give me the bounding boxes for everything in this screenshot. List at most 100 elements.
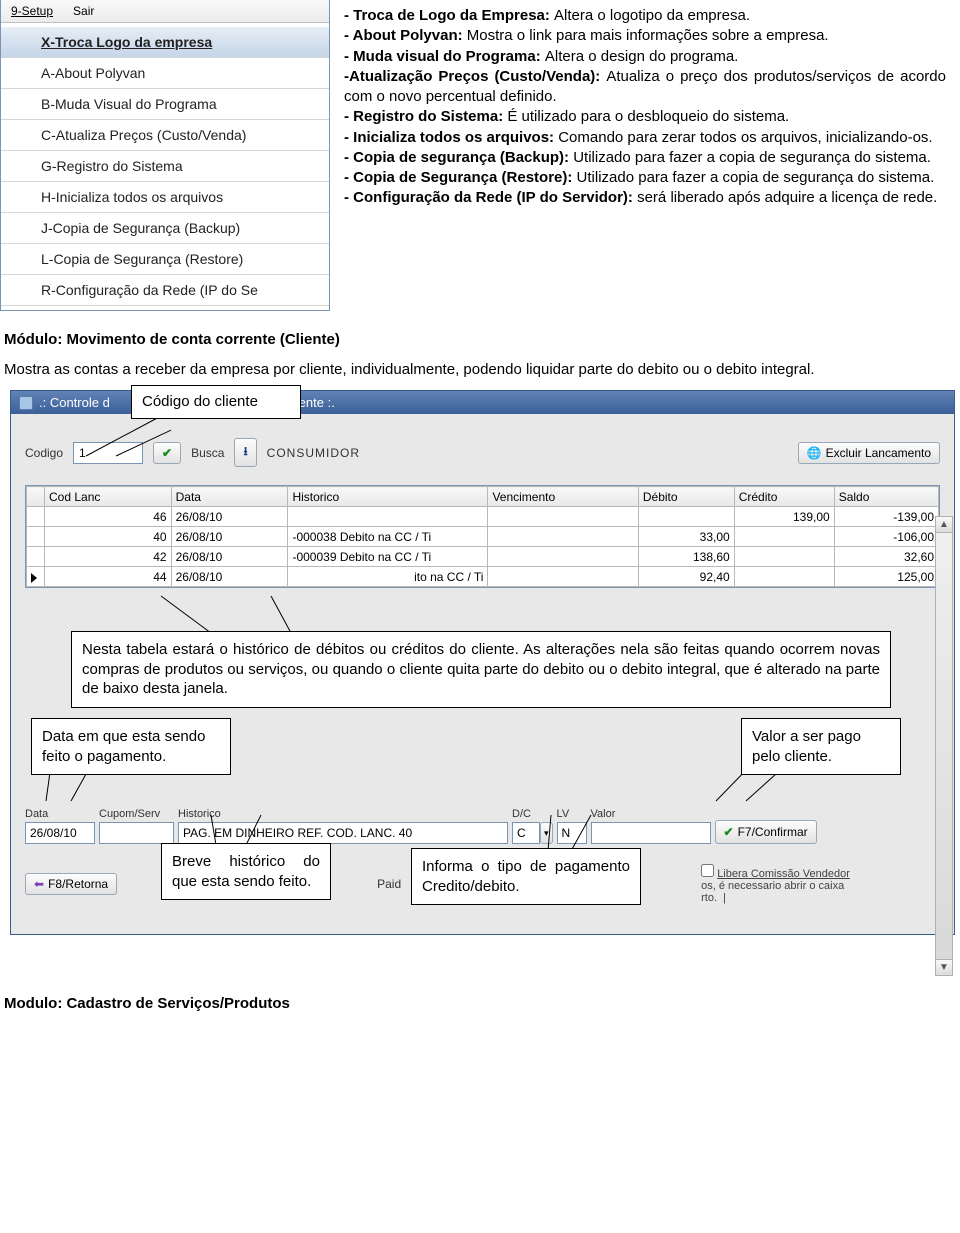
busca-label: Busca [191,446,224,460]
col-historico[interactable]: Historico [288,487,488,507]
excluir-lancamento-button[interactable]: 🌐 Excluir Lancamento [798,442,940,464]
cell-hist: ito na CC / Ti [288,567,488,587]
section-cadastro-title: Modulo: Cadastro de Serviços/Produtos [4,995,960,1012]
desc-troca-logo: Altera o logotipo da empresa. [554,7,750,24]
lv-input[interactable] [557,822,587,844]
excluir-lancamento-label: Excluir Lancamento [826,446,931,460]
field-lv: LV [557,808,587,844]
scroll-down-icon[interactable]: ▼ [936,959,952,975]
chevron-down-icon: ▾ [544,828,549,839]
cell-deb: 92,40 [638,567,734,587]
scroll-up-icon[interactable]: ▲ [936,517,952,533]
valor-input[interactable] [591,822,711,844]
col-vencimento[interactable]: Vencimento [488,487,638,507]
col-data[interactable]: Data [171,487,288,507]
table-row[interactable]: 46 26/08/10 139,00 -139,00 [27,507,939,527]
busca-button[interactable]: ⭳ [234,438,256,467]
table-row[interactable]: 40 26/08/10 -000038 Debito na CC / Ti 33… [27,527,939,547]
title-prefix: .: Controle d [39,395,110,410]
field-historico: Historico [178,808,508,844]
dc-label: D/C [512,808,553,820]
table-row[interactable]: 44 26/08/10 ito na CC / Ti 92,40 125,00 [27,567,939,587]
table-body: 46 26/08/10 139,00 -139,00 40 26/08/10 -… [27,507,939,587]
codigo-input[interactable] [73,442,143,464]
cell-saldo: -106,00 [834,527,938,547]
menu-item-inicializa[interactable]: H-Inicializa todos os arquivos [1,182,329,213]
menu-item-backup[interactable]: J-Copia de Segurança (Backup) [1,213,329,244]
desc-rede-b: - Configuração da Rede (IP do Servidor): [344,189,637,206]
menu-bar: 9-Setup Sair [1,0,329,23]
callout-codigo-cliente: Código do cliente [131,385,301,419]
footer-notes: Libera Comissão Vendedor os, é necessari… [701,864,850,904]
section-movimento-body: Mostra as contas a receber da empresa po… [4,360,960,380]
setup-menu-list: X-Troca Logo da empresa A-About Polyvan … [1,23,329,310]
field-cupom: Cupom/Serv [99,808,174,844]
cell-cred [734,547,834,567]
return-icon: ⬅ [34,877,44,891]
globe-icon: 🌐 [807,446,822,460]
cupom-label: Cupom/Serv [99,808,174,820]
dc-input[interactable] [512,822,540,844]
note-caixa: os, é necessario abrir o caixa [701,880,850,892]
valor-label: Valor [591,808,711,820]
field-valor: Valor [591,808,711,844]
payment-form-row: Data Cupom/Serv Historico D/C ▾ LV [25,808,940,844]
col-debito[interactable]: Débito [638,487,734,507]
cell-data: 26/08/10 [171,527,288,547]
cell-data: 26/08/10 [171,547,288,567]
desc-bkp: Utilizado para fazer a copia de seguranç… [573,149,931,166]
menu-item-troca-logo[interactable]: X-Troca Logo da empresa [1,27,329,58]
cell-cred [734,527,834,547]
menu-item-atualiza-precos[interactable]: C-Atualiza Preços (Custo/Venda) [1,120,329,151]
table-header-row: Cod Lanc Data Historico Vencimento Débit… [27,487,939,507]
menu-item-config-rede[interactable]: R-Configuração da Rede (IP do Se [1,275,329,306]
desc-muda-b: - Muda visual do Programa: [344,48,545,65]
historico-label: Historico [178,808,508,820]
note-rto: rto. [701,892,717,904]
cell-deb: 138,60 [638,547,734,567]
callout-historico: Breve histórico do que esta sendo feito. [161,843,331,900]
data-label: Data [25,808,95,820]
menu-item-muda-visual[interactable]: B-Muda Visual do Programa [1,89,329,120]
cell-cod: 44 [45,567,172,587]
cell-saldo: -139,00 [834,507,938,527]
confirmar-button[interactable]: ✔ F7/Confirmar [715,820,817,844]
dc-dropdown-button[interactable]: ▾ [540,822,553,844]
historico-input[interactable] [178,822,508,844]
cell-data: 26/08/10 [171,507,288,527]
retorna-label: F8/Retorna [48,877,108,891]
menu-item-about[interactable]: A-About Polyvan [1,58,329,89]
cliente-nome: CONSUMIDOR [267,446,360,460]
cell-venc [488,567,638,587]
desc-troca-logo-b: - Troca de Logo da Empresa: [344,7,554,24]
col-codlanc[interactable]: Cod Lanc [45,487,172,507]
retorna-button[interactable]: ⬅ F8/Retorna [25,873,117,895]
cell-venc [488,527,638,547]
menu-bar-sair[interactable]: Sair [63,0,104,22]
table-row[interactable]: 42 26/08/10 -000039 Debito na CC / Ti 13… [27,547,939,567]
field-data: Data [25,808,95,844]
check-icon: ✔ [162,446,172,460]
desc-bkp-b: - Copia de segurança (Backup): [344,149,573,166]
cell-cod: 42 [45,547,172,567]
menu-item-registro[interactable]: G-Registro do Sistema [1,151,329,182]
cell-venc [488,547,638,567]
confirm-codigo-button[interactable]: ✔ [153,442,181,464]
cell-deb [638,507,734,527]
data-input[interactable] [25,822,95,844]
setup-menu-panel: 9-Setup Sair X-Troca Logo da empresa A-A… [0,0,330,311]
menu-bar-setup[interactable]: 9-Setup [1,0,63,22]
col-saldo[interactable]: Saldo [834,487,938,507]
col-credito[interactable]: Crédito [734,487,834,507]
download-icon: ⭳ [243,442,247,463]
cell-cod: 40 [45,527,172,547]
cell-hist: -000038 Debito na CC / Ti [288,527,488,547]
menu-item-restore[interactable]: L-Copia de Segurança (Restore) [1,244,329,275]
cell-cred [734,567,834,587]
libera-comissao-checkbox[interactable] [701,864,714,877]
cupom-input[interactable] [99,822,174,844]
lv-label: LV [557,808,587,820]
codigo-label: Codigo [25,446,63,460]
desc-muda: Altera o design do programa. [545,48,738,65]
libera-comissao-label: Libera Comissão Vendedor [717,868,850,880]
